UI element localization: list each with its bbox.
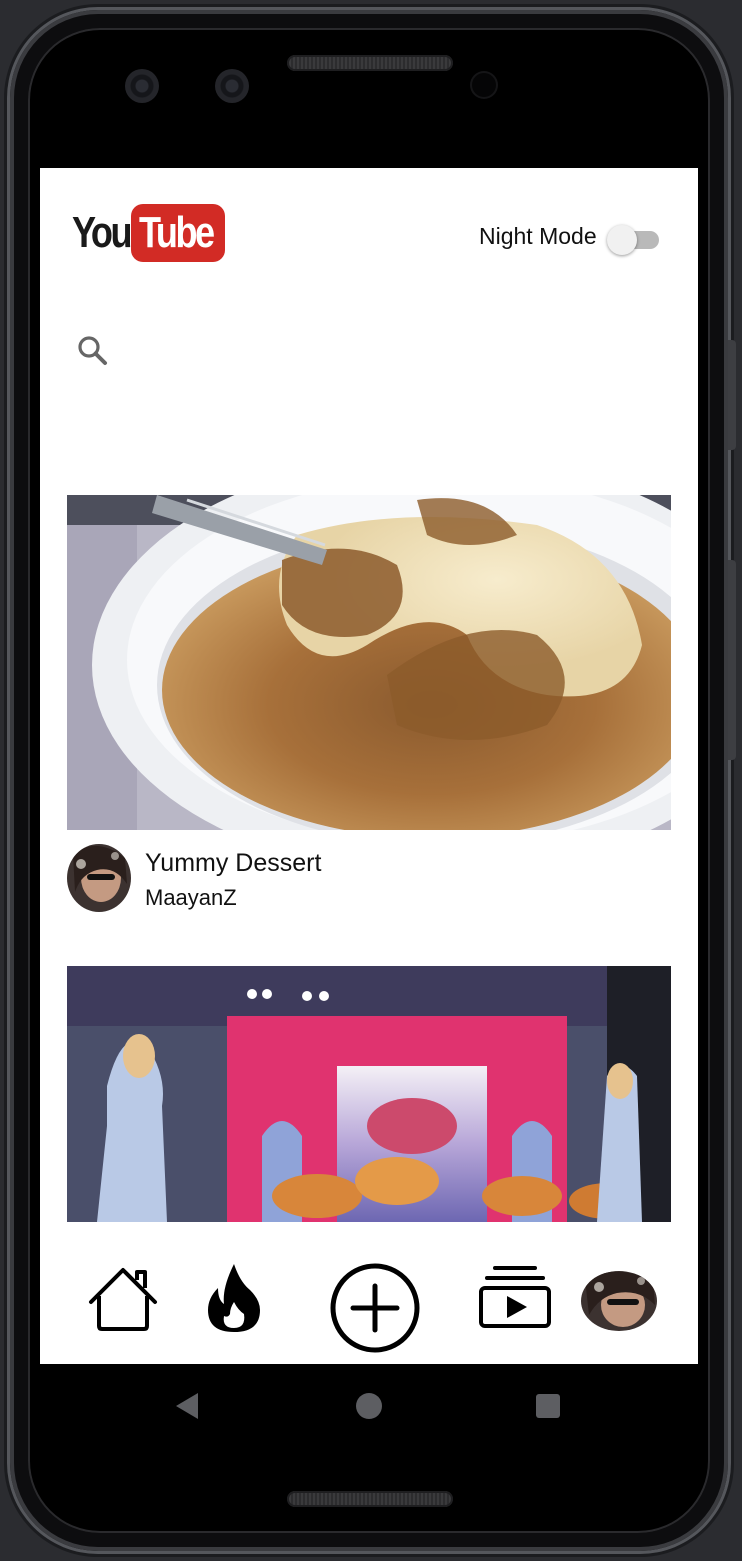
bottom-navigation — [40, 1250, 698, 1364]
side-button-power — [728, 560, 736, 760]
nav-subscriptions-button[interactable] — [477, 1264, 553, 1330]
nav-profile-button[interactable] — [581, 1271, 657, 1331]
youtube-app: You Tube Night Mode Yummy Dessert Maayan… — [40, 168, 698, 1364]
front-camera-left — [125, 69, 159, 103]
nav-trending-button[interactable] — [204, 1262, 264, 1334]
logo-tube-badge: Tube — [130, 204, 225, 262]
toggle-thumb — [607, 225, 637, 255]
bottom-speaker — [287, 1491, 453, 1507]
phone-screen: You Tube Night Mode Yummy Dessert Maayan… — [40, 128, 698, 1444]
back-icon[interactable] — [176, 1393, 198, 1419]
nav-home-button[interactable] — [87, 1266, 159, 1332]
profile-avatar — [581, 1271, 657, 1331]
creme-brulee-thumbnail — [67, 495, 671, 830]
night-mode-toggle[interactable] — [607, 222, 661, 255]
search-button[interactable] — [74, 332, 114, 372]
youtube-logo: You Tube — [72, 202, 225, 264]
home-circle-icon[interactable] — [356, 1393, 382, 1419]
add-video-icon — [330, 1263, 420, 1353]
video-author[interactable]: MaayanZ — [145, 885, 237, 911]
nav-add-video-button[interactable] — [329, 1262, 421, 1354]
earpiece-speaker — [287, 55, 453, 71]
android-navigation-bar — [40, 1364, 698, 1444]
video-thumbnail[interactable] — [67, 495, 671, 830]
channel-avatar[interactable] — [67, 844, 131, 912]
night-mode-label: Night Mode — [479, 223, 597, 249]
recent-apps-icon[interactable] — [536, 1394, 560, 1418]
video-title[interactable]: Yummy Dessert — [145, 849, 321, 878]
search-icon — [78, 336, 107, 365]
proximity-sensor — [472, 73, 496, 97]
avatar-image — [67, 844, 131, 912]
video-thumbnail[interactable] — [67, 966, 671, 1222]
logo-you-text: You — [72, 208, 133, 257]
video-card[interactable] — [67, 966, 671, 1222]
subscriptions-icon — [479, 1266, 551, 1328]
concert-stage-thumbnail — [67, 966, 671, 1222]
video-card[interactable] — [67, 495, 671, 830]
trending-fire-icon — [208, 1264, 260, 1332]
side-button-volume — [728, 340, 736, 450]
front-camera-right — [215, 69, 249, 103]
home-icon — [89, 1268, 157, 1331]
logo-tube-text: Tube — [138, 208, 215, 257]
